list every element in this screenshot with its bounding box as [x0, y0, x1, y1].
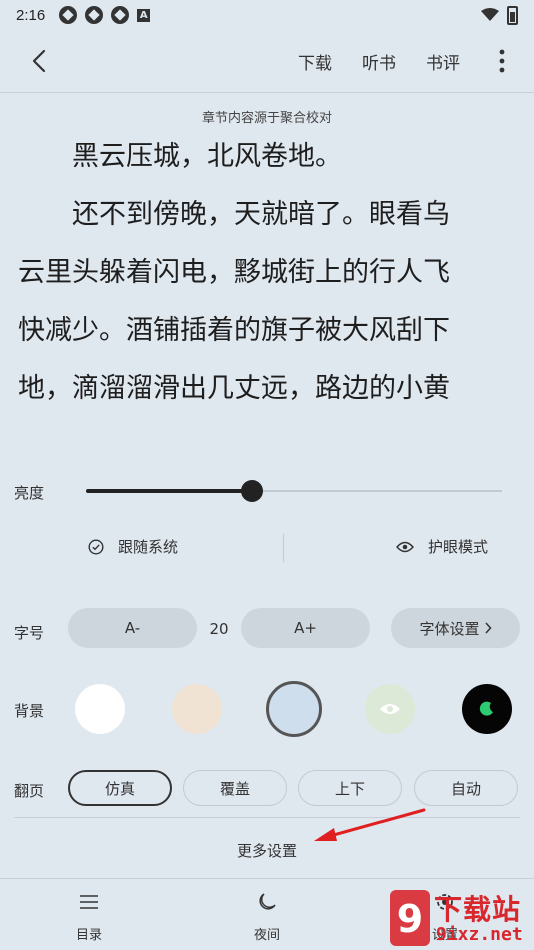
- menu-icon: [77, 890, 101, 914]
- font-increase-button[interactable]: A+: [241, 608, 370, 648]
- nav-contents[interactable]: 目录: [44, 890, 134, 943]
- moon-icon: [479, 701, 493, 716]
- reading-line: 地，滴溜溜滑出几丈远，路边的小黄: [18, 373, 450, 404]
- background-swatch-eye-green[interactable]: [365, 684, 415, 734]
- font-decrease-button[interactable]: A-: [68, 608, 197, 648]
- eye-protection-toggle[interactable]: 护眼模式: [396, 536, 488, 557]
- font-size-value: 20: [209, 620, 229, 638]
- page-mode-simulation[interactable]: 仿真: [68, 770, 172, 806]
- reader-settings-panel: 亮度 跟随系统 护眼模式 字号 A- 20 A+ 字体设置 背景 翻页 仿真 覆…: [0, 442, 534, 878]
- eye-protection-label: 护眼模式: [428, 538, 489, 556]
- nav-night-label: 夜间: [253, 928, 280, 943]
- status-notification-icons: A: [59, 6, 151, 24]
- brightness-slider[interactable]: [86, 480, 502, 502]
- more-settings-button[interactable]: 更多设置: [0, 840, 534, 861]
- watermark-logo: 9 下载站 9ixz.net: [390, 886, 534, 950]
- eye-icon: [396, 541, 414, 552]
- app-notification-icon: [111, 6, 130, 24]
- download-button[interactable]: 下载: [298, 49, 332, 74]
- status-bar: 2:16 A: [0, 0, 534, 30]
- chevron-right-icon: [484, 622, 492, 634]
- more-vertical-icon: [499, 49, 505, 73]
- more-settings-label: 更多设置: [236, 842, 297, 860]
- eye-icon: [380, 704, 400, 714]
- chevron-left-icon: [32, 49, 46, 73]
- status-time: 2:16: [16, 6, 46, 24]
- bottom-nav-divider: [0, 878, 534, 879]
- moon-icon: [255, 890, 279, 914]
- watermark-site-name: 下载站: [434, 893, 522, 926]
- reading-line: 黑云压城，北风卷地。: [18, 141, 342, 172]
- watermark-url: 9ixz.net: [436, 924, 523, 945]
- page-mode-auto[interactable]: 自动: [414, 770, 518, 806]
- reader-toolbar: 下载 听书 书评: [0, 32, 534, 90]
- review-button[interactable]: 书评: [426, 49, 460, 74]
- brightness-slider-thumb[interactable]: [241, 480, 264, 502]
- app-notification-icon: [59, 6, 78, 24]
- battery-icon: [507, 5, 518, 25]
- nav-night[interactable]: 夜间: [222, 890, 312, 943]
- background-label: 背景: [14, 702, 45, 720]
- brightness-label: 亮度: [14, 484, 45, 502]
- more-options-button[interactable]: [492, 46, 512, 76]
- chapter-source-note: 章节内容源于聚合校对: [201, 111, 332, 126]
- wifi-icon: [481, 8, 499, 21]
- font-settings-label: 字体设置: [419, 619, 480, 638]
- follow-system-label: 跟随系统: [118, 538, 179, 556]
- annotation-arrow-icon: [314, 808, 426, 841]
- listen-button[interactable]: 听书: [362, 49, 396, 74]
- svg-text:9: 9: [397, 897, 423, 941]
- reading-line: 还不到傍晚，天就暗了。眼看乌: [18, 199, 450, 230]
- app-notification-icon: [85, 6, 104, 24]
- background-swatch-night[interactable]: [462, 684, 512, 734]
- toolbar-actions: 下载 听书 书评: [298, 46, 512, 76]
- nav-contents-label: 目录: [75, 928, 102, 943]
- toolbar-divider: [0, 92, 534, 93]
- reading-text[interactable]: 黑云压城，北风卷地。 还不到傍晚，天就暗了。眼看乌 云里头躲着闪电，黟城街上的行…: [18, 128, 508, 418]
- background-swatch-blue[interactable]: [266, 681, 322, 737]
- brightness-slider-fill: [86, 489, 253, 493]
- background-swatch-white[interactable]: [75, 684, 125, 734]
- page-mode-vertical[interactable]: 上下: [298, 770, 402, 806]
- back-button[interactable]: [22, 44, 56, 78]
- follow-system-toggle[interactable]: 跟随系统: [88, 536, 178, 557]
- font-settings-button[interactable]: 字体设置: [391, 608, 520, 648]
- reading-line: 云里头躲着闪电，黟城街上的行人飞: [18, 257, 450, 288]
- check-circle-icon: [88, 538, 104, 555]
- brightness-options-divider: [283, 534, 284, 562]
- background-swatch-beige[interactable]: [172, 684, 222, 734]
- font-size-label: 字号: [14, 624, 45, 642]
- page-turn-label: 翻页: [14, 782, 45, 800]
- reading-line: 快减少。酒铺插着的旗子被大风刮下: [18, 315, 450, 346]
- a-notification-icon: A: [137, 8, 151, 22]
- page-mode-cover[interactable]: 覆盖: [183, 770, 287, 806]
- panel-divider: [14, 817, 520, 818]
- status-system-icons: [481, 5, 518, 25]
